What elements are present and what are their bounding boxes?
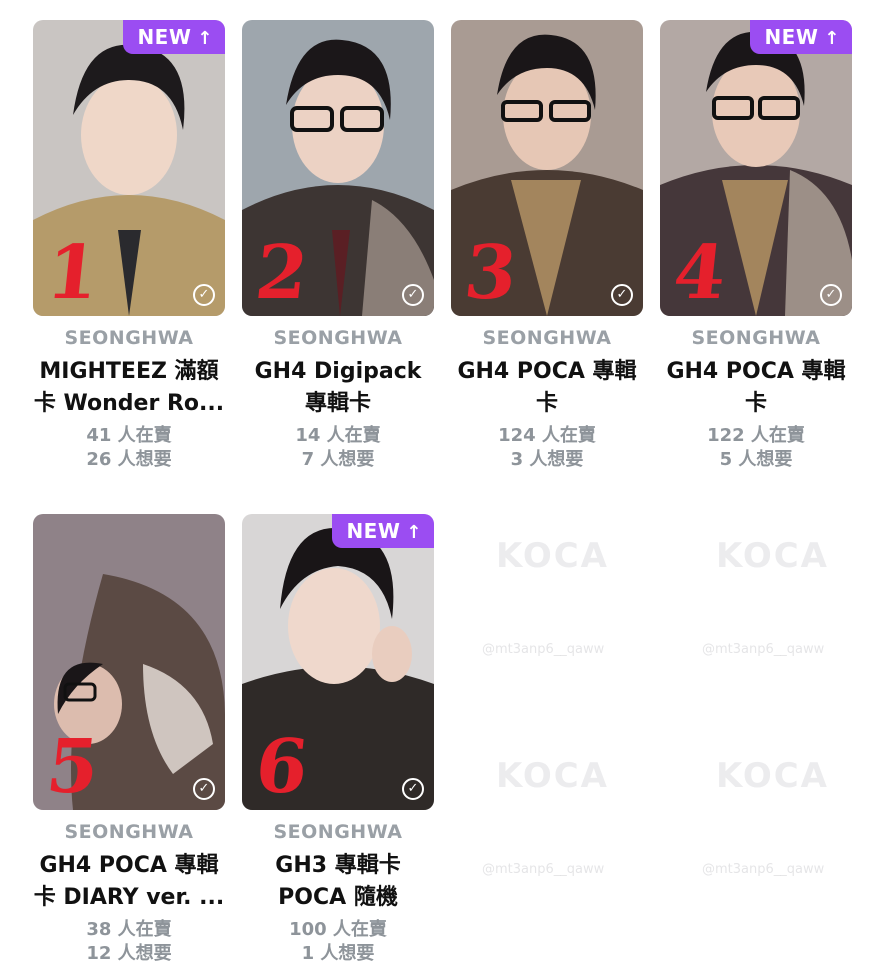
title-line: 專輯卡 [304,391,371,416]
stats: 38 人在賣 12 人想要 [24,918,234,966]
photocard-image[interactable]: NEW ↑ 1 ✓ [33,20,225,316]
check-circle-icon: ✓ [611,284,633,306]
wanting-count: 26 人想要 [86,449,172,470]
selling-count: 100 人在賣 [289,919,387,940]
check-circle-icon: ✓ [193,284,215,306]
photocard-item[interactable]: NEW ↑ 4 ✓ SEONGHWA GH4 POCA 專輯 卡 122 人在賣 … [651,20,861,490]
check-circle-icon: ✓ [193,778,215,800]
stats: 100 人在賣 1 人想要 [233,918,443,966]
selling-count: 122 人在賣 [707,425,805,446]
title-line: GH3 專輯卡 [275,853,401,878]
handwritten-number: 4 [669,230,731,316]
card-title: MIGHTEEZ 滿額 卡 Wonder Ro... [24,356,234,420]
arrow-up-icon: ↑ [824,28,840,49]
handwritten-number: 2 [251,230,313,316]
stats: 41 人在賣 26 人想要 [24,424,234,472]
artist-name: SEONGHWA [691,327,821,349]
selling-count: 41 人在賣 [86,425,172,446]
selling-count: 124 人在賣 [498,425,596,446]
title-line: POCA 隨機 [278,885,398,910]
photocard-image[interactable]: NEW ↑ 4 ✓ [660,20,852,316]
photocard-grid: NEW ↑ 1 ✓ SEONGHWA MIGHTEEZ 滿額 卡 Wonder R… [0,0,886,978]
title-line: GH4 POCA 專輯 [39,853,219,878]
stats: 122 人在賣 5 人想要 [651,424,861,472]
photocard-image[interactable]: 2 ✓ [242,20,434,316]
photocard-image[interactable]: 3 ✓ [451,20,643,316]
arrow-up-icon: ↑ [197,28,213,49]
wanting-count: 12 人想要 [86,943,172,964]
title-line: 卡 DIARY ver. ... [33,885,225,910]
title-line: GH4 Digipack [254,359,422,384]
stats: 14 人在賣 7 人想要 [233,424,443,472]
selling-count: 38 人在賣 [86,919,172,940]
handle-watermark: @mt3anp6__qaww [702,862,825,877]
wanting-count: 5 人想要 [719,449,793,470]
new-badge: NEW ↑ [332,514,434,548]
handle-watermark: @mt3anp6__qaww [702,642,825,657]
photocard-image[interactable]: 5 ✓ [33,514,225,810]
artist-name: SEONGHWA [482,327,612,349]
handle-watermark: @mt3anp6__qaww [482,642,605,657]
photocard-item[interactable]: 5 ✓ SEONGHWA GH4 POCA 專輯 卡 DIARY ver. ..… [24,514,234,974]
handwritten-number: 6 [251,724,313,810]
handwritten-number: 5 [42,724,104,810]
card-info: SEONGHWA GH4 POCA 專輯 卡 122 人在賣 5 人想要 [651,326,861,472]
brand-watermark: KOCA [496,536,609,576]
wanting-count: 1 人想要 [301,943,375,964]
check-circle-icon: ✓ [820,284,842,306]
brand-watermark: KOCA [716,756,829,796]
check-circle-icon: ✓ [402,778,424,800]
card-info: SEONGHWA MIGHTEEZ 滿額 卡 Wonder Ro... 41 人… [24,326,234,472]
handwritten-number: 3 [460,230,522,316]
photocard-item[interactable]: NEW ↑ 6 ✓ SEONGHWA GH3 專輯卡 POCA 隨機 100 人在… [233,514,443,974]
title-line: GH4 POCA 專輯 [666,359,846,384]
card-title: GH4 POCA 專輯 卡 [651,356,861,420]
title-line: GH4 POCA 專輯 [457,359,637,384]
title-line: 卡 Wonder Ro... [33,391,225,416]
brand-watermark: KOCA [716,536,829,576]
handwritten-number: 1 [42,230,104,316]
title-line: 卡 [744,391,767,416]
card-info: SEONGHWA GH4 Digipack 專輯卡 14 人在賣 7 人想要 [233,326,443,472]
card-title: GH4 POCA 專輯 卡 DIARY ver. ... [24,850,234,914]
new-badge: NEW ↑ [750,20,852,54]
artist-name: SEONGHWA [273,327,403,349]
arrow-up-icon: ↑ [406,522,422,543]
photocard-item[interactable]: 2 ✓ SEONGHWA GH4 Digipack 專輯卡 14 人在賣 7 人… [233,20,443,490]
stats: 124 人在賣 3 人想要 [442,424,652,472]
card-info: SEONGHWA GH4 POCA 專輯 卡 124 人在賣 3 人想要 [442,326,652,472]
artist-name: SEONGHWA [64,821,194,843]
photocard-item[interactable]: 3 ✓ SEONGHWA GH4 POCA 專輯 卡 124 人在賣 3 人想要 [442,20,652,490]
card-title: GH4 POCA 專輯 卡 [442,356,652,420]
brand-watermark: KOCA [496,756,609,796]
card-info: SEONGHWA GH4 POCA 專輯 卡 DIARY ver. ... 38… [24,820,234,966]
selling-count: 14 人在賣 [295,425,381,446]
new-badge: NEW ↑ [123,20,225,54]
title-line: 卡 [535,391,558,416]
wanting-count: 7 人想要 [301,449,375,470]
card-title: GH4 Digipack 專輯卡 [233,356,443,420]
wanting-count: 3 人想要 [510,449,584,470]
photocard-image[interactable]: NEW ↑ 6 ✓ [242,514,434,810]
card-info: SEONGHWA GH3 專輯卡 POCA 隨機 100 人在賣 1 人想要 [233,820,443,966]
card-title: GH3 專輯卡 POCA 隨機 [233,850,443,914]
title-line: MIGHTEEZ 滿額 [39,359,219,384]
handle-watermark: @mt3anp6__qaww [482,862,605,877]
photocard-item[interactable]: NEW ↑ 1 ✓ SEONGHWA MIGHTEEZ 滿額 卡 Wonder R… [24,20,234,490]
check-circle-icon: ✓ [402,284,424,306]
artist-name: SEONGHWA [64,327,194,349]
artist-name: SEONGHWA [273,821,403,843]
